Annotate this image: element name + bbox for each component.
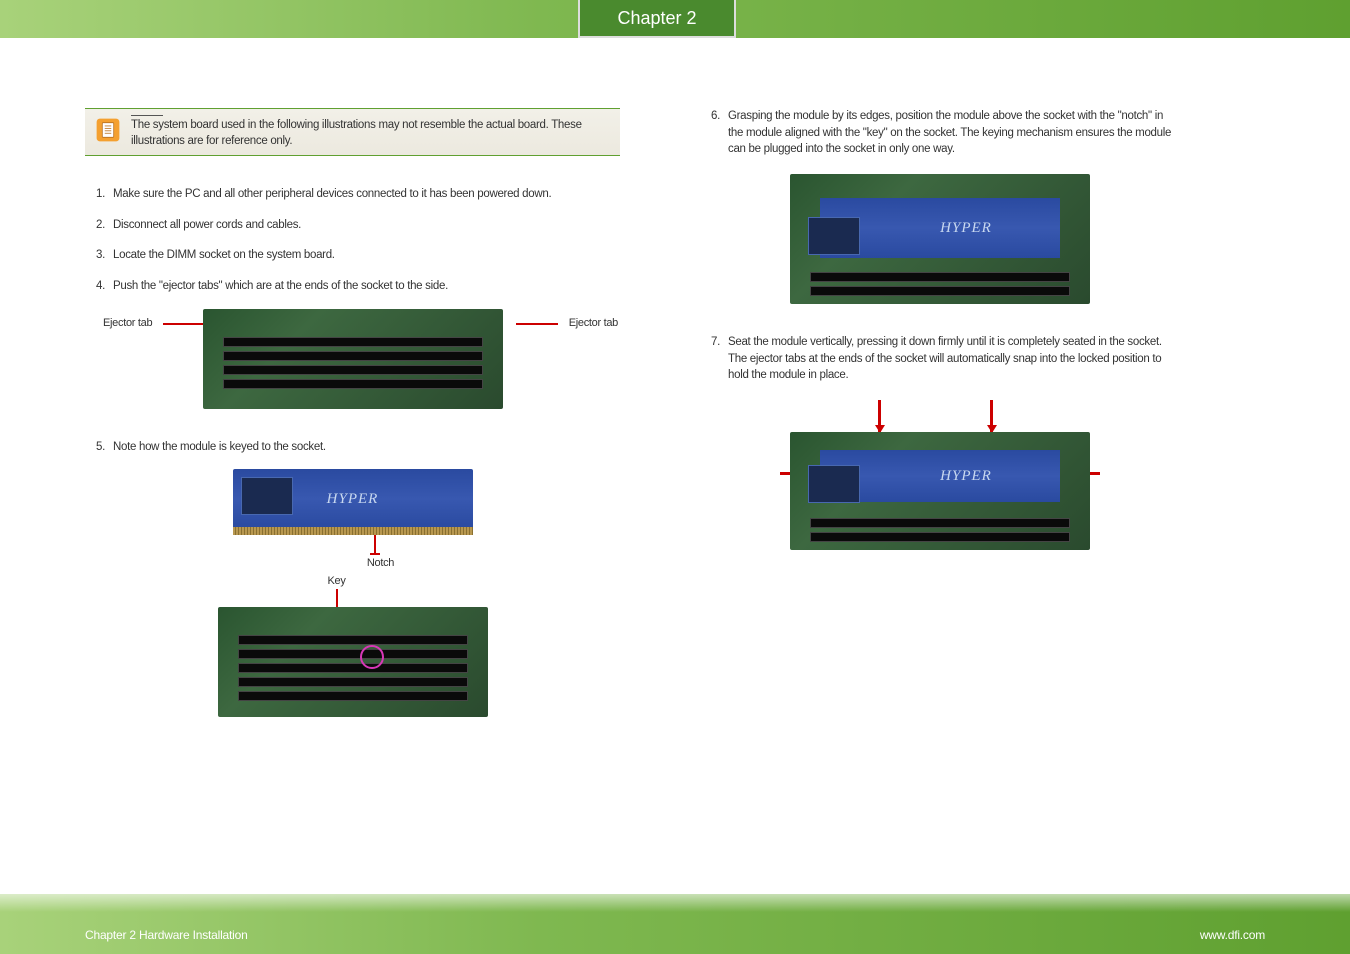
step-number: 1. xyxy=(85,186,105,203)
step-number: 3. xyxy=(85,247,105,264)
figure-ejector-tabs: Ejector tab Ejector tab xyxy=(85,309,620,409)
key-indicator-line xyxy=(336,589,338,607)
notch-indicator-line xyxy=(374,535,376,553)
ejector-tab-label-left: Ejector tab xyxy=(103,317,152,329)
motherboard-dimm-image xyxy=(203,309,503,409)
figure-insert-module: HYPER xyxy=(790,174,1090,304)
key-label: Key xyxy=(69,575,604,587)
step-number: 6. xyxy=(700,108,720,158)
step-text: Push the "ejector tabs" which are at the… xyxy=(113,278,620,295)
press-down-arrow-icon xyxy=(990,400,993,432)
step-4: 4. Push the "ejector tabs" which are at … xyxy=(85,278,620,295)
inserted-module: HYPER xyxy=(820,198,1060,258)
press-down-arrow-icon xyxy=(878,400,881,432)
note-box: The system board used in the following i… xyxy=(85,108,620,156)
ejector-tab-label-right: Ejector tab xyxy=(569,317,618,329)
page-footer: Chapter 2 Hardware Installation www.dfi.… xyxy=(0,894,1350,954)
step-text: Disconnect all power cords and cables. xyxy=(113,217,620,234)
seated-module-image: HYPER xyxy=(790,432,1090,550)
figure-dimm-module: HYPER Notch xyxy=(85,469,620,569)
left-column: The system board used in the following i… xyxy=(85,108,620,717)
step-1: 1. Make sure the PC and all other periph… xyxy=(85,186,620,203)
footer-right-text: www.dfi.com xyxy=(1200,928,1265,942)
footer-left-text: Chapter 2 Hardware Installation xyxy=(85,928,248,942)
step-7: 7. Seat the module vertically, pressing … xyxy=(700,334,1180,384)
step-6: 6. Grasping the module by its edges, pos… xyxy=(700,108,1180,158)
right-column: 6. Grasping the module by its edges, pos… xyxy=(680,108,1180,717)
dimm-module-image: HYPER xyxy=(233,469,473,529)
step-number: 7. xyxy=(700,334,720,384)
step-text: Grasping the module by its edges, positi… xyxy=(728,108,1180,158)
note-text: The system board used in the following i… xyxy=(131,119,582,147)
header-bar: Chapter 2 xyxy=(0,0,1350,38)
note-icon xyxy=(95,117,121,143)
notch-label: Notch xyxy=(113,557,648,569)
step-number: 4. xyxy=(85,278,105,295)
step-5: 5. Note how the module is keyed to the s… xyxy=(85,439,620,456)
step-text: Note how the module is keyed to the sock… xyxy=(113,439,620,456)
step-2: 2. Disconnect all power cords and cables… xyxy=(85,217,620,234)
step-3: 3. Locate the DIMM socket on the system … xyxy=(85,247,620,264)
module-brand-text: HYPER xyxy=(940,468,992,485)
step-text: Seat the module vertically, pressing it … xyxy=(728,334,1180,384)
step-number: 2. xyxy=(85,217,105,234)
figure-press-module: HYPER xyxy=(790,400,1090,550)
socket-key-image xyxy=(218,607,488,717)
chapter-tab: Chapter 2 xyxy=(578,0,736,38)
note-content: The system board used in the following i… xyxy=(131,115,610,149)
main-content: The system board used in the following i… xyxy=(0,38,1350,717)
module-brand-text: HYPER xyxy=(940,220,992,237)
module-brand-text: HYPER xyxy=(327,491,379,508)
step-number: 5. xyxy=(85,439,105,456)
arrow-line xyxy=(516,323,558,325)
key-highlight-circle xyxy=(360,645,384,669)
step-text: Locate the DIMM socket on the system boa… xyxy=(113,247,620,264)
step-text: Make sure the PC and all other periphera… xyxy=(113,186,620,203)
